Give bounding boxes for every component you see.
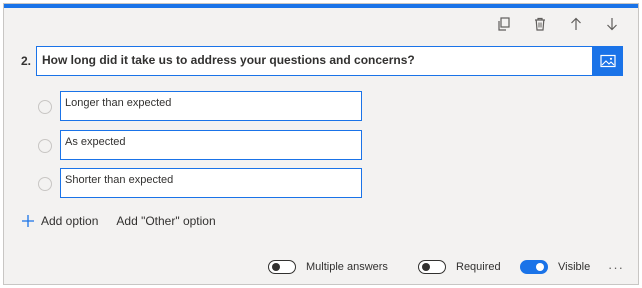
add-options-row: Add option Add "Other" option [21, 214, 216, 228]
option-row: As expected [4, 130, 404, 160]
arrow-up-icon [571, 17, 581, 30]
option-input[interactable]: Shorter than expected [60, 168, 362, 198]
required-toggle[interactable]: Required [418, 260, 501, 274]
required-switch[interactable] [418, 260, 446, 274]
add-option-button[interactable]: Add option [21, 214, 98, 228]
question-number: 2. [21, 54, 32, 68]
option-row: Longer than expected [4, 91, 404, 121]
add-other-option-button[interactable]: Add "Other" option [116, 214, 215, 228]
question-footer: Multiple answers Required Visible ··· [4, 260, 638, 278]
delete-icon [535, 17, 545, 31]
option-radio[interactable] [38, 139, 52, 153]
required-label: Required [456, 261, 501, 273]
card-accent-bar [4, 4, 638, 8]
multiple-answers-toggle[interactable]: Multiple answers [268, 260, 388, 274]
add-option-label: Add option [41, 214, 99, 228]
insert-image-button[interactable] [593, 46, 623, 76]
option-input[interactable]: As expected [60, 130, 362, 160]
question-toolbar [494, 14, 622, 34]
option-row: Shorter than expected [4, 168, 404, 198]
option-radio[interactable] [38, 100, 52, 114]
move-up-button[interactable] [566, 14, 586, 34]
visible-label: Visible [558, 261, 591, 273]
question-title-input[interactable]: How long did it take us to address your … [36, 46, 593, 76]
delete-button[interactable] [530, 14, 550, 34]
option-input[interactable]: Longer than expected [60, 91, 362, 121]
multiple-answers-label: Multiple answers [306, 261, 388, 273]
visible-switch[interactable] [520, 260, 548, 274]
arrow-down-icon [607, 18, 617, 31]
copy-button[interactable] [494, 14, 514, 34]
image-icon [600, 54, 616, 68]
more-options-button[interactable]: ··· [608, 260, 624, 275]
copy-icon [498, 17, 510, 31]
question-card: 2. How long did it take us to address yo… [3, 3, 639, 285]
move-down-button[interactable] [602, 14, 622, 34]
plus-icon [22, 215, 34, 227]
visible-toggle[interactable]: Visible [520, 260, 590, 274]
option-radio[interactable] [38, 177, 52, 191]
multiple-answers-switch[interactable] [268, 260, 296, 274]
